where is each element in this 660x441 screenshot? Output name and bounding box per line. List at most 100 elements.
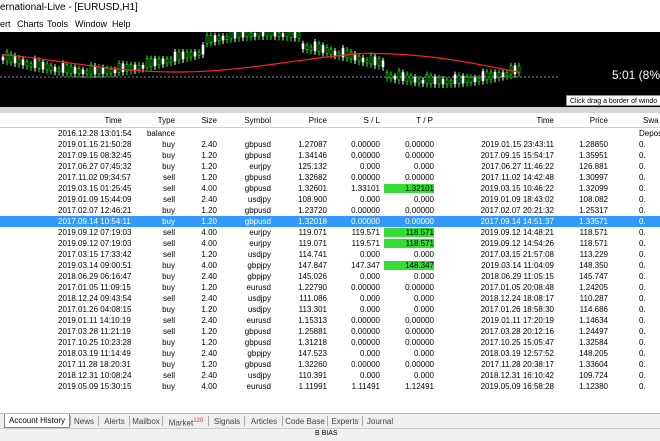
candle-body bbox=[333, 50, 337, 56]
candle-body bbox=[37, 60, 41, 69]
cell-tp: 0.00000 bbox=[405, 360, 434, 369]
cell-price: 1.25881 bbox=[298, 327, 327, 336]
table-row[interactable]: 2019.01.09 15:44:09 sell 2.40 usdjpy 108.900… bbox=[0, 194, 660, 205]
menu-window[interactable]: Window bbox=[75, 19, 107, 29]
table-row[interactable]: 2018.03.19 11:14:49 buy 2.40 gbpjpy 147.523 0… bbox=[0, 348, 660, 359]
table-row[interactable]: 2018.06.29 06:16:47 buy 2.40 gbpjpy 145.026 0… bbox=[0, 271, 660, 282]
cell-type: sell bbox=[162, 294, 175, 303]
cell-price: 1.32260 bbox=[298, 360, 327, 369]
cell-symbol: usdjpy bbox=[247, 305, 271, 314]
cell-size: 1.20 bbox=[201, 173, 217, 182]
tab-news[interactable]: News bbox=[72, 416, 96, 427]
col-header-close-time[interactable]: Time bbox=[500, 116, 554, 125]
candle-body bbox=[261, 32, 265, 37]
table-row[interactable]: 2017.02.07 12:46:21 buy 1.20 gbpusd 1.23720 0… bbox=[0, 205, 660, 216]
cell-swap: 0. bbox=[639, 217, 646, 226]
candle-body bbox=[357, 55, 361, 62]
candle-body bbox=[113, 69, 117, 74]
tab-experts[interactable]: Experts bbox=[330, 416, 360, 427]
candle-body bbox=[85, 70, 89, 75]
candle-body bbox=[417, 78, 421, 84]
table-row[interactable]: 2019.03.15 01:25:45 sell 4.00 gbpusd 1.32601… bbox=[0, 183, 660, 194]
cell-size: 1.20 bbox=[201, 305, 217, 314]
cell-price: 1.32018 bbox=[298, 217, 327, 226]
tab-articles[interactable]: Articles bbox=[248, 416, 280, 427]
candle-body bbox=[249, 32, 253, 37]
price-chart[interactable]: 5:01 (8% 3 Jan 20:004 Jan 12:004 Jan 20:… bbox=[0, 32, 660, 107]
tab-account-history[interactable]: Account History bbox=[4, 414, 70, 428]
cell-swap: 0. bbox=[639, 195, 646, 204]
cell-cprice: 1.32099 bbox=[579, 184, 608, 193]
tab-alerts[interactable]: Alerts bbox=[102, 416, 127, 427]
candle-body bbox=[233, 32, 237, 39]
candle-body bbox=[493, 72, 497, 79]
table-row[interactable]: 2017.09.14 10:54:11 buy 1.20 gbpusd 1.32018 0… bbox=[0, 216, 660, 227]
candle-body bbox=[329, 48, 333, 55]
table-row[interactable]: 2017.01.05 11:09:15 buy 1.20 eurusd 1.22790 0… bbox=[0, 282, 660, 293]
candle-body bbox=[173, 51, 177, 62]
table-row[interactable]: 2019.05.09 15:30:15 buy 4.00 eurusd 1.11991 1… bbox=[0, 381, 660, 392]
candle-body bbox=[149, 58, 153, 67]
menu-tools[interactable]: Tools bbox=[47, 19, 68, 29]
col-header-swap[interactable]: Swa bbox=[643, 116, 659, 125]
cell-tp: 0.000 bbox=[413, 195, 434, 204]
cell-type: buy bbox=[162, 206, 175, 215]
cell-sl: 119.571 bbox=[351, 239, 380, 248]
col-header-symbol[interactable]: Symbol bbox=[222, 116, 271, 125]
table-row[interactable]: 2018.12.24 09:43:54 sell 2.40 usdjpy 111.086… bbox=[0, 293, 660, 304]
candle-body bbox=[449, 80, 453, 85]
cell-symbol: gbpjpy bbox=[247, 272, 271, 281]
tab-market[interactable]: Market120 bbox=[166, 416, 206, 428]
cell-swap: 0. bbox=[639, 382, 646, 391]
table-row[interactable]: 2017.03.28 11:21:19 sell 1.20 gbpusd 1.25881… bbox=[0, 326, 660, 337]
cell-sl: 0.00000 bbox=[351, 173, 380, 182]
cell-type: sell bbox=[162, 195, 175, 204]
table-row[interactable]: 2019.01.15 21:50:28 buy 2.40 gbpusd 1.27087 0… bbox=[0, 139, 660, 150]
menu-insert[interactable]: ert bbox=[0, 19, 11, 29]
menu-help[interactable]: Help bbox=[112, 19, 131, 29]
table-row[interactable]: 2017.01.26 04:08:15 buy 1.20 usdjpy 113.301 0… bbox=[0, 304, 660, 315]
cell-swap: 0. bbox=[639, 261, 646, 270]
tab-journal[interactable]: Journal bbox=[365, 416, 395, 427]
candle-body bbox=[297, 32, 301, 39]
cell-time: 2017.09.14 10:54:11 bbox=[58, 217, 131, 226]
table-row[interactable]: 2019.09.12 07:19:03 sell 4.00 eurjpy 119.071… bbox=[0, 227, 660, 238]
col-header-type[interactable]: Type bbox=[130, 116, 175, 125]
candle-body bbox=[465, 76, 469, 84]
tab-signals[interactable]: Signals bbox=[212, 416, 242, 427]
tab-code-base[interactable]: Code Base bbox=[285, 416, 325, 427]
table-row[interactable]: 2017.11.28 18:20:31 buy 1.20 gbpusd 1.32260 0… bbox=[0, 359, 660, 370]
col-header-close-price[interactable]: Price bbox=[570, 116, 608, 125]
candle-body bbox=[29, 63, 33, 68]
candle-body bbox=[405, 73, 409, 82]
table-row[interactable]: 2016.12.28 13:01:54 balance Depos bbox=[0, 128, 660, 139]
cell-symbol: gbpjpy bbox=[247, 261, 271, 270]
col-header-sl[interactable]: S / L bbox=[340, 116, 380, 125]
candle-body bbox=[253, 33, 257, 37]
tab-mailbox[interactable]: Mailbox bbox=[132, 416, 160, 427]
candle-body bbox=[121, 63, 125, 73]
menu-charts[interactable]: Charts bbox=[17, 19, 44, 29]
cell-tp: 0.00000 bbox=[405, 217, 434, 226]
cell-swap: Depos bbox=[639, 129, 660, 138]
candle-body bbox=[433, 76, 437, 85]
cell-sl: 0.000 bbox=[359, 305, 380, 314]
candle-body bbox=[189, 51, 193, 58]
table-row[interactable]: 2017.10.25 10:23:28 buy 1.20 gbpusd 1.31218 0… bbox=[0, 337, 660, 348]
cell-type: sell bbox=[162, 371, 175, 380]
col-header-size[interactable]: Size bbox=[180, 116, 217, 125]
tab-label: Articles bbox=[250, 417, 278, 426]
candle-body bbox=[269, 32, 273, 37]
table-row[interactable]: 2017.06.27 07:45:32 buy 1.20 eurjpy 125.132 0… bbox=[0, 161, 660, 172]
table-row[interactable]: 2017.09.15 08:32:45 buy 1.20 gbpusd 1.34146 0… bbox=[0, 150, 660, 161]
table-row[interactable]: 2019.09.12 07:19:03 sell 4.00 eurjpy 119.071… bbox=[0, 238, 660, 249]
col-header-price[interactable]: Price bbox=[280, 116, 327, 125]
table-row[interactable]: 2018.12.31 10:08:24 sell 2.40 usdjpy 110.391… bbox=[0, 370, 660, 381]
table-row[interactable]: 2019.03.14 09:00:51 buy 4.00 gbpjpy 147.847 1… bbox=[0, 260, 660, 271]
col-header-tp[interactable]: T / P bbox=[395, 116, 433, 125]
col-header-time[interactable]: Time bbox=[70, 116, 122, 125]
table-row[interactable]: 2017.03.15 17:33:42 sell 1.20 usdjpy 114.741… bbox=[0, 249, 660, 260]
table-row[interactable]: 2019.01.11 14:10:19 sell 2.40 eurusd 1.15313… bbox=[0, 315, 660, 326]
moving-average-line bbox=[2, 52, 520, 73]
table-row[interactable]: 2017.11.02 09:34:57 sell 1.20 gbpusd 1.32682… bbox=[0, 172, 660, 183]
